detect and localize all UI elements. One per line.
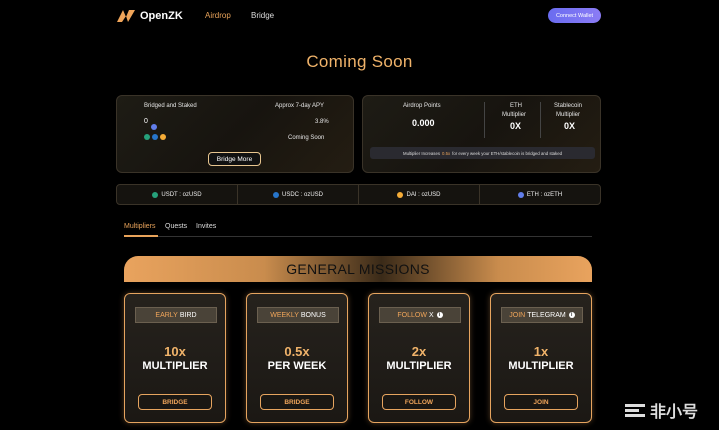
airdrop-points-label: Airdrop Points (403, 103, 441, 109)
tab-multipliers[interactable]: Multipliers (124, 223, 156, 230)
mission-label-highlight: FOLLOW (397, 311, 427, 319)
bridged-value: 0 (144, 118, 148, 125)
mission-value: 10x (164, 344, 186, 359)
mission-label-highlight: EARLY (155, 311, 178, 319)
watermark-logo-icon (625, 404, 645, 417)
mission-label-text: BONUS (300, 311, 326, 319)
top-header: OpenZK Airdrop Bridge Connect Wallet (0, 0, 719, 32)
mission-label-text: X (428, 311, 434, 319)
follow-button[interactable]: FOLLOW (382, 394, 456, 410)
nav-bridge[interactable]: Bridge (251, 11, 274, 20)
mission-label: WEEKLY BONUS (257, 307, 339, 323)
multiplier-note: Multiplier Increases 0.5x for every week… (370, 147, 595, 159)
tabs-divider (124, 236, 592, 237)
mission-unit: MULTIPLIER (508, 360, 574, 372)
token-pair-label: USDC : ozUSD (281, 191, 323, 198)
mission-label: JOIN TELEGRAM i (501, 307, 583, 323)
page-title: Coming Soon (306, 52, 413, 71)
mission-value: 0.5x (284, 344, 310, 359)
token-icons-row (144, 134, 166, 140)
nav-airdrop[interactable]: Airdrop (205, 11, 231, 20)
usdc-icon (152, 134, 158, 140)
eth-multiplier-label-1: ETH (510, 103, 522, 109)
watermark: 非小号 (624, 398, 698, 422)
stablecoin-multiplier-label-1: Stablecoin (554, 103, 583, 109)
openzk-logo-icon (117, 10, 135, 22)
bridge-button[interactable]: BRIDGE (260, 394, 334, 410)
mission-label: FOLLOW X i (379, 307, 461, 323)
connect-wallet-button[interactable]: Connect Wallet (548, 8, 601, 23)
mission-card-follow-x: FOLLOW X i 2x MULTIPLIER FOLLOW (368, 293, 470, 423)
tab-quests[interactable]: Quests (165, 223, 187, 230)
mission-card-weekly-bonus: WEEKLY BONUS 0.5x PER WEEK BRIDGE (246, 293, 348, 423)
mission-card-join-telegram: JOIN TELEGRAM i 1x MULTIPLIER JOIN (490, 293, 592, 423)
airdrop-points-panel: Airdrop Points 0.000 ETH Multiplier 0X S… (362, 95, 601, 173)
note-text: for every week your ETH/stablecoin is br… (452, 150, 562, 156)
mission-unit: PER WEEK (267, 360, 327, 372)
mission-value: 2x (411, 344, 427, 359)
apy-status: Coming Soon (288, 135, 325, 141)
eth-multiplier-value: 0X (510, 121, 522, 131)
mission-unit: MULTIPLIER (142, 360, 208, 372)
apy-value: 3.8% (315, 119, 329, 125)
info-icon[interactable]: i (436, 312, 443, 318)
token-pair-eth: ETH : ozETH (480, 185, 600, 204)
tab-invites[interactable]: Invites (196, 223, 216, 230)
general-missions-banner: GENERAL MISSIONS (124, 256, 592, 282)
token-pair-usdc: USDC : ozUSD (238, 185, 359, 204)
usdt-icon (152, 191, 159, 198)
token-pair-label: USDT : ozUSD (161, 191, 202, 198)
mission-label: EARLY BIRD (135, 307, 217, 323)
eth-multiplier-label-2: Multiplier (502, 112, 527, 118)
apy-label: Approx 7-day APY (275, 103, 325, 109)
divider (484, 102, 485, 138)
mission-card-early-bird: EARLY BIRD 10x MULTIPLIER BRIDGE (124, 293, 226, 423)
bridge-more-button[interactable]: Bridge More (208, 152, 261, 166)
stablecoin-multiplier-label-2: Multiplier (556, 112, 581, 118)
token-pairs-bar: USDT : ozUSD USDC : ozUSD DAI : ozUSD ET… (116, 184, 601, 205)
usdt-icon (144, 134, 150, 140)
dai-icon (160, 134, 166, 140)
token-pair-dai: DAI : ozUSD (359, 185, 480, 204)
token-pair-label: ETH : ozETH (526, 191, 563, 198)
mission-value: 1x (533, 344, 549, 359)
note-highlight: 0.5x (442, 150, 451, 156)
watermark-text: 非小号 (650, 404, 699, 421)
airdrop-points-value: 0.000 (412, 118, 435, 128)
banner-title: GENERAL MISSIONS (286, 261, 430, 277)
join-button[interactable]: JOIN (504, 394, 578, 410)
bridge-button[interactable]: BRIDGE (138, 394, 212, 410)
mission-label-text: TELEGRAM (527, 311, 566, 319)
note-text: Multiplier Increases (402, 150, 440, 156)
eth-icon (517, 191, 524, 198)
token-pair-label: DAI : ozUSD (406, 191, 441, 198)
mission-label-text: BIRD (179, 311, 197, 319)
bridged-title: Bridged and Staked (144, 103, 197, 109)
stablecoin-multiplier-value: 0X (564, 121, 576, 131)
mission-label-highlight: WEEKLY (270, 311, 299, 319)
active-tab-indicator (124, 235, 158, 237)
mission-unit: MULTIPLIER (386, 360, 452, 372)
brand-logo[interactable]: OpenZK (116, 9, 183, 23)
usdc-icon (272, 191, 279, 198)
dai-icon (397, 191, 404, 198)
brand-name: OpenZK (140, 10, 183, 22)
info-icon[interactable]: i (568, 312, 575, 318)
bridged-staked-panel: Bridged and Staked Approx 7-day APY 0 3.… (116, 95, 354, 173)
token-pair-usdt: USDT : ozUSD (117, 185, 238, 204)
mission-label-highlight: JOIN (509, 311, 526, 319)
divider (540, 102, 541, 138)
